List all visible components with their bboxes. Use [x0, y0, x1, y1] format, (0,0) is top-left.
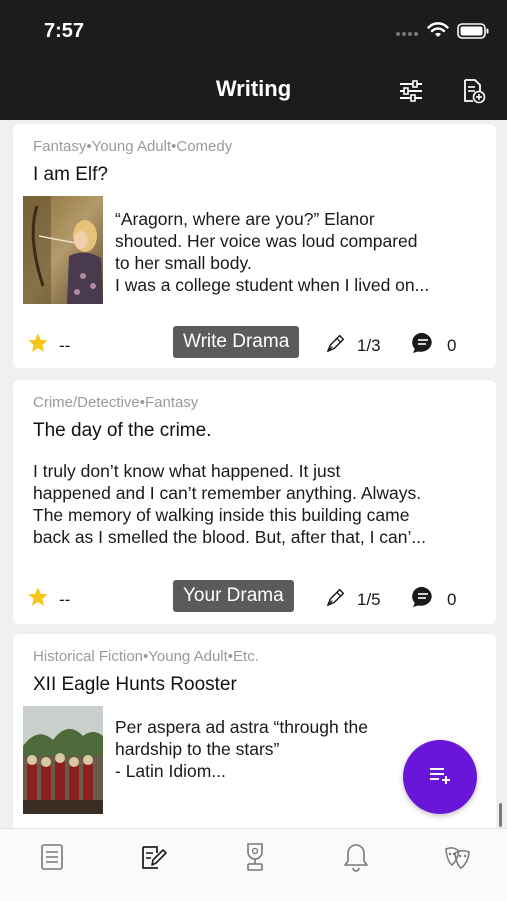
story-card[interactable]: Fantasy•Young Adult•Comedy I am Elf? “Ar…: [13, 124, 496, 368]
edit-count-value: 1/3: [357, 335, 381, 355]
tab-ranking[interactable]: [240, 842, 270, 877]
your-drama-button[interactable]: Your Drama: [173, 580, 294, 612]
document-icon: [40, 843, 64, 876]
scrollbar[interactable]: [499, 803, 502, 827]
comment-count-value: 0: [447, 335, 457, 355]
story-title[interactable]: XII Eagle Hunts Rooster: [33, 674, 237, 696]
story-thumbnail[interactable]: [23, 196, 103, 304]
story-thumbnail[interactable]: [23, 706, 103, 814]
comment-count[interactable]: 0: [411, 332, 456, 359]
excerpt-line: Per aspera ad astra “through the: [115, 717, 368, 737]
story-title[interactable]: I am Elf?: [33, 164, 108, 186]
status-time: 7:57: [44, 20, 85, 42]
tab-bar: [0, 828, 507, 901]
rating[interactable]: --: [27, 332, 70, 359]
signal-dots-icon: [395, 24, 419, 42]
excerpt-line: I truly don’t know what happened. It jus…: [33, 461, 341, 481]
card-footer: -- Your Drama 1/5 0: [13, 580, 496, 614]
comment-icon: [411, 586, 435, 613]
edit-count-value: 1/5: [357, 589, 381, 609]
excerpt-line: hardship to the stars”: [115, 739, 280, 759]
status-bar: 7:57: [0, 0, 507, 62]
tab-feed[interactable]: [37, 843, 67, 875]
tab-profile[interactable]: [442, 843, 472, 875]
battery-icon: [457, 22, 489, 44]
excerpt-line: happened and I can’t remember anything. …: [33, 483, 422, 503]
write-drama-button[interactable]: Write Drama: [173, 326, 300, 358]
story-excerpt: Per aspera ad astra “through the hardshi…: [115, 716, 368, 782]
mask-icon: [443, 843, 471, 876]
story-excerpt: I truly don’t know what happened. It jus…: [33, 460, 426, 548]
add-list-icon: [427, 764, 453, 791]
edit-count[interactable]: 1/5: [325, 586, 381, 613]
comment-count[interactable]: 0: [411, 586, 456, 613]
rating-value: --: [59, 335, 71, 355]
write-icon: [140, 843, 168, 876]
trophy-icon: [243, 842, 267, 877]
star-icon: [27, 586, 49, 613]
story-title[interactable]: The day of the crime.: [33, 420, 211, 442]
wifi-icon: [427, 22, 449, 44]
story-card[interactable]: Crime/Detective•Fantasy The day of the c…: [13, 380, 496, 624]
sliders-icon[interactable]: [395, 75, 427, 107]
tab-notifications[interactable]: [341, 843, 371, 875]
comment-icon: [411, 332, 435, 359]
excerpt-line: to her small body.: [115, 253, 252, 273]
story-genres: Fantasy•Young Adult•Comedy: [33, 138, 233, 155]
page-title: Writing: [215, 76, 292, 101]
comment-count-value: 0: [447, 589, 457, 609]
edit-count[interactable]: 1/3: [325, 332, 381, 359]
pen-icon: [325, 332, 347, 359]
star-icon: [27, 332, 49, 359]
new-story-fab[interactable]: [403, 740, 477, 814]
nav-bar: Writing: [0, 62, 507, 120]
bell-icon: [343, 842, 369, 877]
excerpt-line: - Latin Idiom...: [115, 761, 226, 781]
excerpt-line: shouted. Her voice was loud compared: [115, 231, 418, 251]
story-genres: Historical Fiction•Young Adult•Etc.: [33, 648, 259, 665]
story-excerpt: “Aragorn, where are you?” Elanor shouted…: [115, 208, 429, 296]
status-icons: [395, 22, 489, 44]
pen-icon: [325, 586, 347, 613]
rating-value: --: [59, 589, 71, 609]
excerpt-line: “Aragorn, where are you?” Elanor: [115, 209, 375, 229]
excerpt-line: The memory of walking inside this buildi…: [33, 505, 410, 525]
new-document-icon[interactable]: [457, 75, 489, 107]
rating[interactable]: --: [27, 586, 70, 613]
excerpt-line: I was a college student when I lived on.…: [115, 275, 430, 295]
excerpt-line: back as I smelled the blood. But, after …: [33, 527, 426, 547]
tab-writing[interactable]: [139, 843, 169, 875]
story-feed[interactable]: Fantasy•Young Adult•Comedy I am Elf? “Ar…: [0, 120, 507, 828]
card-footer: -- Write Drama 1/3 0: [13, 326, 496, 360]
story-genres: Crime/Detective•Fantasy: [33, 394, 199, 411]
